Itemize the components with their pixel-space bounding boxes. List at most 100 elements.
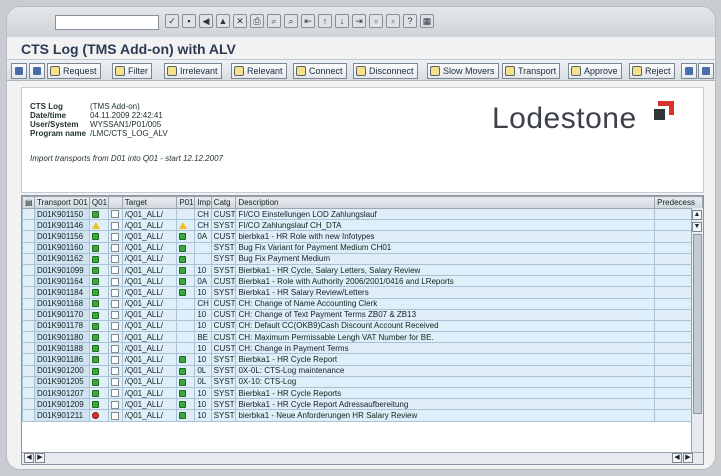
column-check[interactable]: [107, 196, 123, 209]
row-selector[interactable]: [22, 275, 35, 288]
row-checkbox[interactable]: [107, 207, 123, 221]
transport-id[interactable]: D01K901200: [33, 364, 90, 377]
checkbox[interactable]: [110, 311, 119, 320]
prev-page-icon[interactable]: ↑: [318, 14, 332, 28]
table-row[interactable]: D01K901146/Q01_ALL/CH SYST FI/CO Zahlungsl…: [22, 219, 703, 232]
column-predecessor[interactable]: Predecess: [654, 196, 703, 209]
scroll-right-end-icon[interactable]: ▶: [683, 453, 693, 463]
transport-button[interactable]: Transport: [502, 63, 561, 79]
row-checkbox[interactable]: [107, 398, 123, 411]
column-q01[interactable]: Q01: [88, 196, 109, 209]
table-row[interactable]: D01K901211/Q01_ALL/10 SYST bierbka1 - Neue…: [22, 409, 703, 422]
table-row[interactable]: D01K901170/Q01_ALL/10 CUST CH: Change of T…: [22, 308, 703, 321]
scroll-thumb[interactable]: [693, 234, 702, 414]
row-selector[interactable]: [22, 364, 35, 377]
row-checkbox[interactable]: [107, 241, 123, 254]
first-page-icon[interactable]: ⇤: [301, 14, 315, 28]
row-selector[interactable]: [22, 353, 35, 366]
disconnect-button[interactable]: Disconnect: [353, 63, 418, 79]
row-checkbox[interactable]: [107, 375, 123, 389]
checkbox[interactable]: [110, 411, 119, 420]
checkbox[interactable]: [110, 378, 119, 387]
row-checkbox[interactable]: [107, 386, 123, 400]
transport-id[interactable]: D01K901146: [33, 219, 90, 232]
row-checkbox[interactable]: [107, 342, 123, 355]
table-row[interactable]: D01K901200/Q01_ALL/0L SYST 0X-0L: CTS-Log …: [22, 364, 703, 377]
layout-icon[interactable]: [698, 63, 714, 79]
checkbox[interactable]: [110, 288, 119, 297]
find-icon[interactable]: ⌕: [267, 14, 281, 28]
row-checkbox[interactable]: [107, 263, 123, 277]
table-row[interactable]: D01K901184/Q01_ALL/10 SYST Bierbka1 - HR S…: [22, 286, 703, 299]
transport-id[interactable]: D01K901211: [33, 409, 90, 422]
checkbox[interactable]: [110, 355, 119, 364]
scroll-left-end-icon[interactable]: ◀: [672, 453, 682, 463]
row-selector[interactable]: [22, 398, 35, 411]
checkbox[interactable]: [110, 344, 119, 353]
transport-id[interactable]: D01K901178: [33, 319, 90, 333]
row-selector[interactable]: [22, 286, 35, 299]
legend-icon[interactable]: [29, 63, 45, 79]
table-row[interactable]: D01K901162/Q01_ALL/SYST Bug Fix Payment M…: [22, 252, 703, 265]
table-row[interactable]: D01K901207/Q01_ALL/10 SYST Bierbka1 - HR C…: [22, 386, 703, 400]
transport-id[interactable]: D01K901205: [33, 375, 90, 389]
column-description[interactable]: Description: [235, 196, 656, 209]
checkbox[interactable]: [110, 322, 119, 331]
scroll-up-icon[interactable]: ▲: [692, 210, 702, 220]
exit-icon[interactable]: ▲: [216, 14, 230, 28]
last-page-icon[interactable]: ⇥: [352, 14, 366, 28]
checkbox[interactable]: [110, 333, 119, 342]
row-selector[interactable]: [22, 207, 35, 221]
row-checkbox[interactable]: [107, 319, 123, 333]
checkbox[interactable]: [110, 255, 119, 264]
row-selector[interactable]: [22, 308, 35, 321]
transport-id[interactable]: D01K901150: [33, 207, 90, 221]
table-row[interactable]: D01K901164/Q01_ALL/0A CUST Bierbka1 - Role…: [22, 275, 703, 288]
connect-button[interactable]: Connect: [293, 63, 347, 79]
table-row[interactable]: D01K901180/Q01_ALL/BE CUST CH: Maximum Per…: [22, 331, 703, 344]
transport-id[interactable]: D01K901162: [33, 252, 90, 265]
layout-menu-icon[interactable]: ▦: [420, 14, 434, 28]
row-checkbox[interactable]: [107, 364, 123, 377]
back-icon[interactable]: ◀: [199, 14, 213, 28]
row-checkbox[interactable]: [107, 275, 123, 288]
row-checkbox[interactable]: [107, 353, 123, 366]
table-row[interactable]: D01K901209/Q01_ALL/10 SYST Bierbka1 - HR C…: [22, 398, 703, 411]
transport-id[interactable]: D01K901209: [33, 398, 90, 411]
request-button[interactable]: Request: [47, 63, 101, 79]
row-selector[interactable]: [22, 409, 35, 422]
row-checkbox[interactable]: [107, 230, 123, 243]
irrelevant-button[interactable]: Irrelevant: [164, 63, 222, 79]
transport-id[interactable]: D01K901156: [33, 230, 90, 243]
row-checkbox[interactable]: [107, 286, 123, 299]
table-row[interactable]: D01K901160/Q01_ALL/SYST Bug Fix Variant f…: [22, 241, 703, 254]
row-selector[interactable]: [22, 375, 35, 389]
transport-id[interactable]: D01K901160: [33, 241, 90, 254]
scroll-right-icon[interactable]: ▶: [35, 453, 45, 463]
details-icon[interactable]: [681, 63, 697, 79]
table-row[interactable]: D01K901205/Q01_ALL/0L SYST 0X-10: CTS-Log: [22, 375, 703, 389]
row-selector[interactable]: [22, 386, 35, 400]
reject-button[interactable]: Reject: [629, 63, 675, 79]
table-row[interactable]: D01K901178/Q01_ALL/10 CUST CH: Default CC(…: [22, 319, 703, 333]
checkbox[interactable]: [110, 299, 119, 308]
transport-id[interactable]: D01K901186: [33, 353, 90, 366]
row-selector[interactable]: [22, 252, 35, 265]
filter-button[interactable]: Filter: [112, 63, 152, 79]
transport-id[interactable]: D01K901170: [33, 308, 90, 321]
next-page-icon[interactable]: ↓: [335, 14, 349, 28]
checkbox[interactable]: [110, 277, 119, 286]
checkbox[interactable]: [110, 400, 119, 409]
transport-id[interactable]: D01K901188: [33, 342, 90, 355]
checkbox[interactable]: [110, 367, 119, 376]
save-icon[interactable]: ▪: [182, 14, 196, 28]
refresh-icon[interactable]: [11, 63, 27, 79]
table-row[interactable]: D01K901186/Q01_ALL/10 SYST Bierbka1 - HR C…: [22, 353, 703, 366]
table-row[interactable]: D01K901168/Q01_ALL/CH CUST CH: Change of N…: [22, 297, 703, 310]
row-selector[interactable]: [22, 331, 35, 344]
column-target[interactable]: Target: [121, 196, 178, 209]
scroll-down-icon[interactable]: ▼: [692, 222, 702, 232]
table-row[interactable]: D01K901150/Q01_ALL/CH CUST FI/CO Einstellu…: [22, 207, 703, 221]
row-checkbox[interactable]: [107, 297, 123, 310]
new-session-icon[interactable]: ▫: [369, 14, 383, 28]
